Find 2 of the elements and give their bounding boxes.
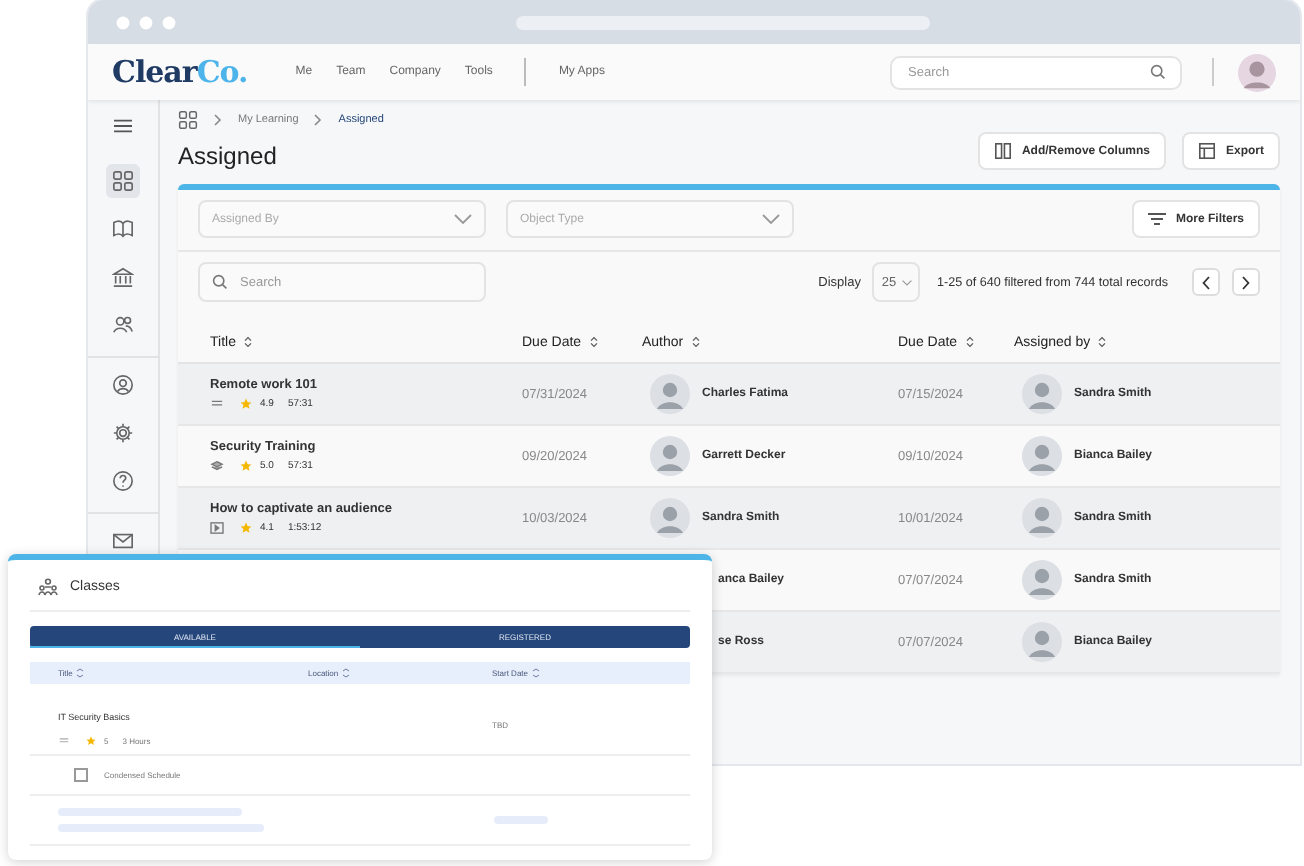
page-title: Assigned <box>178 142 279 170</box>
logo[interactable]: ClearCo. <box>112 54 248 90</box>
